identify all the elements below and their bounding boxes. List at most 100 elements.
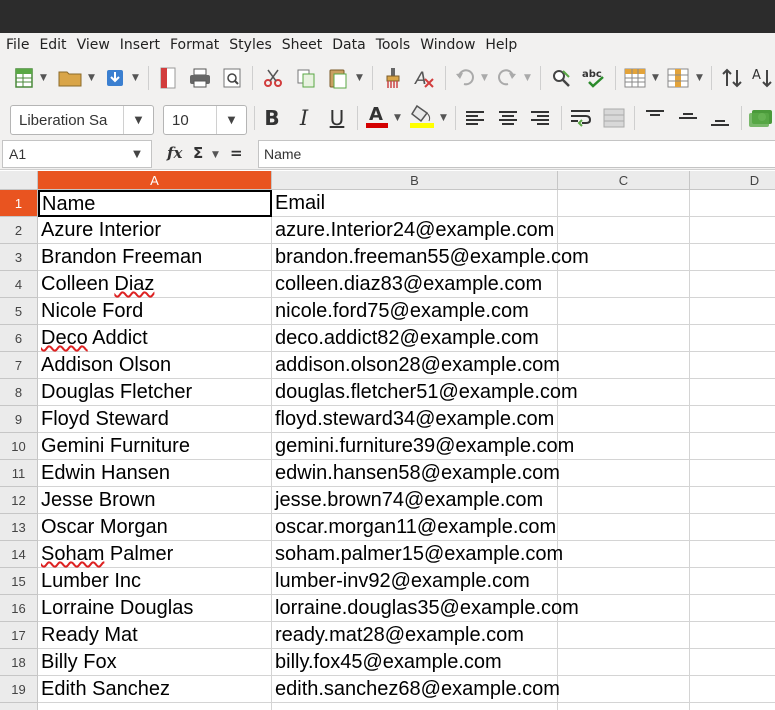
row-header[interactable]: 5 [0,298,38,325]
empty-cell[interactable] [558,244,690,271]
empty-cell[interactable] [558,487,690,514]
open-folder-icon[interactable] [55,64,85,92]
chevron-down-icon[interactable]: ▼ [88,73,95,83]
cell-name[interactable]: Brandon Freeman [38,244,272,271]
cell-name[interactable]: Billy Fox [38,649,272,676]
empty-cell[interactable] [558,379,690,406]
column-icon[interactable] [664,64,692,92]
empty-cell[interactable] [558,190,690,217]
cell-email[interactable]: billy.fox45@example.com [272,649,558,676]
formula-button[interactable]: = [230,144,243,162]
empty-cell[interactable] [690,325,775,352]
cell-name[interactable]: Edwin Hansen [38,460,272,487]
empty-cell[interactable] [558,406,690,433]
menu-edit[interactable]: Edit [34,33,71,58]
currency-format-icon[interactable] [748,104,774,132]
chevron-down-icon[interactable]: ▼ [481,73,488,83]
row-header[interactable]: 18 [0,649,38,676]
chevron-down-icon[interactable]: ▼ [440,113,447,123]
row-header[interactable]: 13 [0,514,38,541]
cell-email[interactable]: ready.mat28@example.com [272,622,558,649]
cell-email[interactable]: oscar.morgan11@example.com [272,514,558,541]
header-cell-email[interactable]: Email [272,190,558,217]
italic-button[interactable]: I [292,104,316,132]
menu-tools[interactable]: Tools [371,33,416,58]
save-icon[interactable] [102,64,128,92]
chevron-down-icon[interactable]: ▼ [40,73,47,83]
cell-email[interactable]: soham.palmer15@example.com [272,541,563,568]
select-all-corner[interactable] [0,171,38,190]
empty-cell[interactable] [690,622,775,649]
clone-formatting-icon[interactable] [380,64,406,92]
header-cell-name[interactable]: Name [38,190,272,217]
menu-styles[interactable]: Styles [224,33,276,58]
cell-email[interactable]: jesse.brown74@example.com [272,487,558,514]
clear-formatting-icon[interactable]: A [411,64,437,92]
menu-view[interactable]: View [72,33,115,58]
row-header[interactable]: 11 [0,460,38,487]
cell-email[interactable]: gemini.furniture39@example.com [272,433,574,460]
underline-button[interactable]: U [324,104,350,132]
empty-cell[interactable] [558,541,690,568]
redo-icon[interactable] [494,64,520,92]
empty-cell[interactable] [558,352,690,379]
empty-cell[interactable] [690,271,775,298]
cell-email[interactable]: deco.addict82@example.com [272,325,558,352]
empty-cell[interactable] [690,352,775,379]
row-header[interactable]: 14 [0,541,38,568]
chevron-down-icon[interactable]: ▼ [524,73,531,83]
align-center-icon[interactable] [495,104,521,132]
spelling-icon[interactable]: abc [580,64,610,92]
new-spreadsheet-icon[interactable] [10,64,38,92]
row-header[interactable]: 17 [0,622,38,649]
empty-cell[interactable] [690,514,775,541]
cell-name[interactable]: Lumber Inc [38,568,272,595]
row-header[interactable]: 2 [0,217,38,244]
cell-email[interactable]: douglas.fletcher51@example.com [272,379,578,406]
row-header[interactable]: 1 [0,190,38,217]
empty-cell[interactable] [690,433,775,460]
chevron-down-icon[interactable]: ▼ [394,113,401,123]
cell-name[interactable]: Floyd Steward [38,406,272,433]
cell-name[interactable]: Addison Olson [38,352,272,379]
cell-email[interactable]: nicole.ford75@example.com [272,298,558,325]
empty-cell[interactable] [690,244,775,271]
menu-data[interactable]: Data [327,33,370,58]
chevron-down-icon[interactable]: ▼ [123,106,153,134]
empty-cell[interactable] [558,217,690,244]
find-replace-icon[interactable] [548,64,574,92]
cell-email[interactable]: floyd.steward34@example.com [272,406,558,433]
cell-name[interactable]: Azure Interior [38,217,272,244]
empty-cell[interactable] [558,649,690,676]
row-header[interactable]: 16 [0,595,38,622]
chevron-down-icon[interactable]: ▼ [216,106,246,134]
empty-cell[interactable] [690,190,775,217]
row-header[interactable]: 15 [0,568,38,595]
row-header[interactable]: 12 [0,487,38,514]
empty-cell[interactable] [558,676,690,703]
partial-row-cell[interactable] [558,703,690,710]
column-header-c[interactable]: C [558,171,690,190]
cell-email[interactable]: edwin.hansen58@example.com [272,460,560,487]
bold-button[interactable]: B [260,104,284,132]
undo-icon[interactable] [452,64,478,92]
align-top-icon[interactable] [642,104,668,132]
cell-name[interactable]: Lorraine Douglas [38,595,272,622]
cell-name[interactable]: Jesse Brown [38,487,272,514]
formula-input[interactable]: Name [258,140,775,168]
print-icon[interactable] [186,64,214,92]
empty-cell[interactable] [690,379,775,406]
empty-cell[interactable] [558,568,690,595]
print-preview-icon[interactable] [219,64,245,92]
font-color-icon[interactable]: A [364,102,390,130]
export-pdf-icon[interactable] [155,64,181,92]
cell-name[interactable]: Oscar Morgan [38,514,272,541]
function-wizard-button[interactable]: fx [167,144,182,162]
cell-email[interactable]: lumber-inv92@example.com [272,568,558,595]
empty-cell[interactable] [690,406,775,433]
cut-icon[interactable] [260,64,286,92]
partial-row-cell[interactable] [38,703,272,710]
sort-ascending-icon[interactable]: A [750,64,775,92]
wrap-text-icon[interactable] [568,104,594,132]
name-box[interactable]: A1 ▼ [2,140,152,168]
